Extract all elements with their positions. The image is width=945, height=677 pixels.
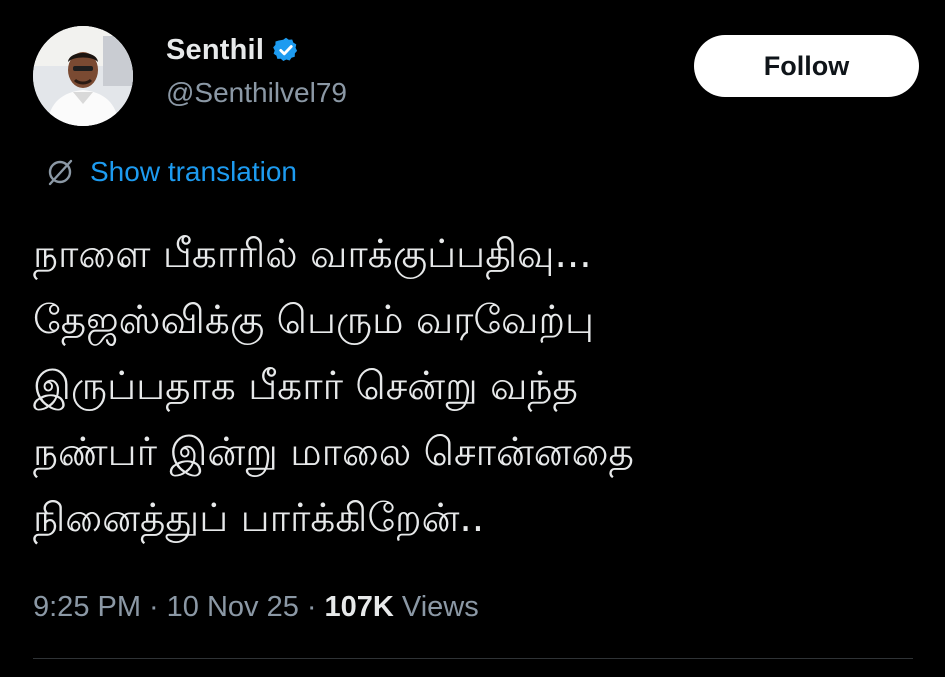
divider bbox=[33, 658, 913, 659]
avatar[interactable] bbox=[33, 26, 133, 126]
profile-photo-icon bbox=[33, 26, 133, 126]
tweet-text-line: நாளை பீகாரில் வாக்குப்பதிவு... bbox=[33, 232, 592, 277]
tweet-text-line: நினைத்துப் பார்க்கிறேன்.. bbox=[33, 496, 485, 541]
views-count[interactable]: 107K bbox=[325, 591, 394, 624]
show-translation-label: Show translation bbox=[90, 156, 298, 187]
tweet-meta: 9:25 PM · 10 Nov 25 · 107K Views bbox=[33, 585, 479, 629]
verified-badge-icon[interactable] bbox=[272, 36, 300, 64]
author-handle[interactable]: @Senthilvel79 bbox=[166, 77, 347, 109]
tweet-text: நாளை பீகாரில் வாக்குப்பதிவு... தேஜஸ்விக்… bbox=[33, 222, 913, 552]
tweet-text-line: தேஜஸ்விக்கு பெரும் வரவேற்பு bbox=[33, 298, 595, 343]
show-translation-link[interactable]: Show translation bbox=[44, 152, 297, 192]
author-name-row: Senthil bbox=[166, 30, 300, 70]
globe-icon bbox=[44, 156, 76, 188]
follow-button[interactable]: Follow bbox=[694, 35, 919, 97]
tweet-date[interactable]: 10 Nov 25 bbox=[167, 591, 299, 624]
tweet-card: Senthil @Senthilvel79 Follow Show transl… bbox=[0, 0, 945, 677]
views-label: Views bbox=[401, 590, 479, 623]
tweet-text-line: நண்பர் இன்று மாலை சொன்னதை bbox=[33, 430, 634, 475]
meta-separator: · bbox=[149, 590, 159, 623]
author-display-name[interactable]: Senthil bbox=[166, 34, 264, 67]
tweet-time[interactable]: 9:25 PM bbox=[33, 591, 141, 624]
meta-separator: · bbox=[306, 590, 317, 623]
tweet-text-line: இருப்பதாக பீகார் சென்று வந்த bbox=[33, 364, 578, 409]
